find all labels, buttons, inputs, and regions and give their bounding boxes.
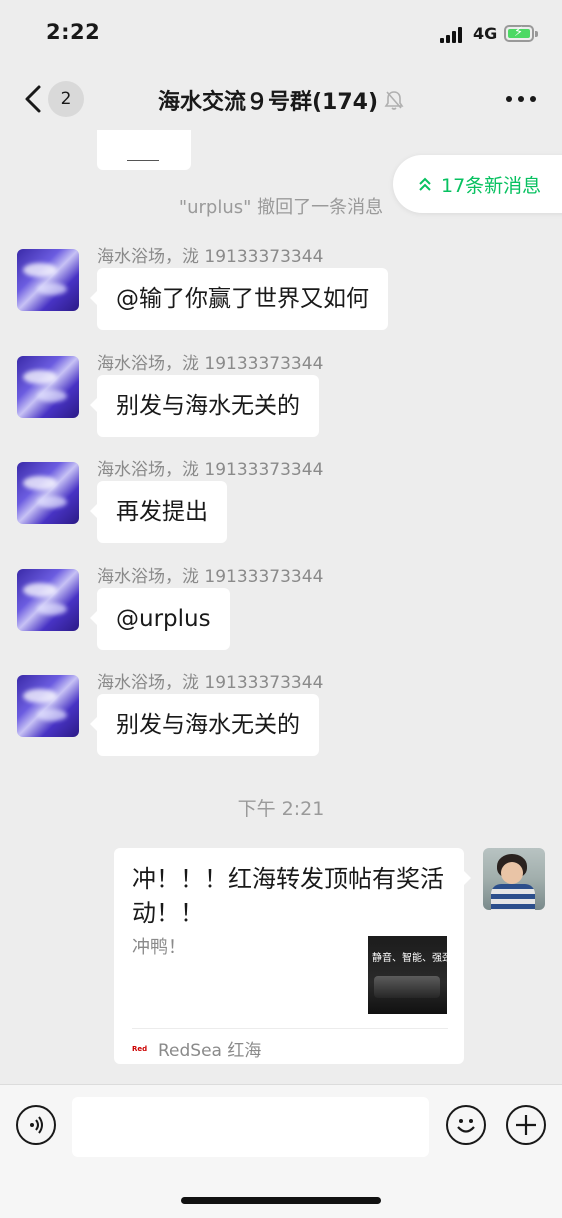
- card-description: 冲鸭！: [132, 937, 186, 958]
- new-messages-label: 17条新消息: [441, 174, 542, 197]
- message-input[interactable]: [72, 1097, 429, 1157]
- sender-name: 海水浴场，泷 19133373344: [97, 673, 324, 693]
- sender-avatar[interactable]: [17, 356, 79, 418]
- voice-icon[interactable]: [16, 1105, 56, 1145]
- signal-icon: [440, 27, 466, 43]
- status-bar: 2:22 4G ⚡: [0, 0, 562, 64]
- sender-name: 海水浴场，泷 19133373344: [97, 460, 324, 480]
- shared-link-card[interactable]: 冲！！！红海转发顶帖有奖活动！！ 冲鸭！ 静音、智能、强劲 Red RedSea…: [114, 848, 471, 1064]
- emoji-icon[interactable]: [446, 1105, 486, 1145]
- thumbnail-caption: 静音、智能、强劲: [372, 953, 447, 964]
- card-source: RedSea 红海: [158, 1041, 262, 1061]
- card-divider: [132, 1028, 448, 1029]
- sender-avatar[interactable]: [17, 462, 79, 524]
- home-indicator: [181, 1197, 381, 1204]
- more-dots-icon[interactable]: [506, 96, 536, 104]
- chat-title-row: 海水交流９号群(174): [0, 84, 562, 116]
- new-messages-button[interactable]: 17条新消息: [393, 155, 562, 213]
- battery-tip: [535, 31, 538, 37]
- status-time: 2:22: [46, 20, 101, 44]
- redsea-logo-icon: Red: [132, 1044, 148, 1053]
- message-bubble[interactable]: 别发与海水无关的: [90, 375, 319, 437]
- network-label: 4G: [473, 24, 498, 43]
- bell-off-icon: [384, 91, 404, 110]
- battery-icon: ⚡: [504, 25, 534, 42]
- plus-icon[interactable]: [506, 1105, 546, 1145]
- card-source-row: Red RedSea 红海: [132, 1036, 261, 1061]
- sender-name: 海水浴场，泷 19133373344: [97, 247, 324, 267]
- chat-title: 海水交流９号群(174): [157, 90, 379, 115]
- card-thumbnail: 静音、智能、强劲: [368, 936, 447, 1014]
- sender-avatar[interactable]: [17, 675, 79, 737]
- time-divider: 下午 2:21: [237, 798, 325, 820]
- card-title: 冲！！！红海转发顶帖有奖活动！！: [132, 865, 444, 927]
- sender-name: 海水浴场，泷 19133373344: [97, 354, 324, 374]
- message-bubble[interactable]: 别发与海水无关的: [90, 694, 319, 756]
- sender-name: 海水浴场，泷 19133373344: [97, 567, 324, 587]
- my-avatar[interactable]: [483, 848, 545, 910]
- message-bubble[interactable]: @输了你赢了世界又如何: [90, 268, 388, 330]
- message-bubble[interactable]: 再发提出: [90, 481, 227, 543]
- sender-avatar[interactable]: [17, 249, 79, 311]
- sender-avatar[interactable]: [17, 569, 79, 631]
- double-chevron-up-icon: [419, 177, 431, 191]
- message-bubble[interactable]: @urplus: [90, 588, 230, 650]
- nav-bar: 2 海水交流９号群(174): [0, 64, 562, 134]
- previous-message-fragment: [97, 130, 191, 170]
